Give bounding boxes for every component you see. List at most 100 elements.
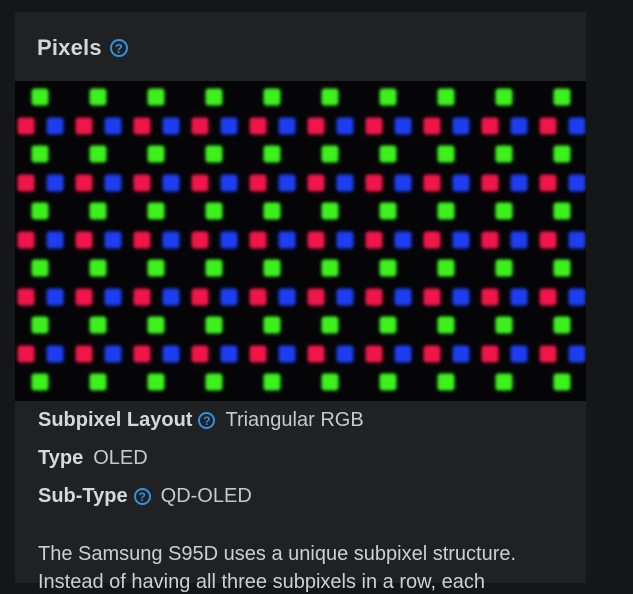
blue-subpixel — [452, 288, 470, 306]
red-subpixel — [307, 231, 325, 249]
red-subpixel — [17, 231, 35, 249]
red-subpixel — [133, 288, 151, 306]
pixels-panel: Pixels ? Subpixel Layout ? Triangular RG… — [15, 12, 586, 593]
green-subpixel — [31, 373, 49, 391]
blue-subpixel — [336, 231, 354, 249]
green-subpixel — [31, 259, 49, 277]
red-subpixel — [307, 174, 325, 192]
type-value: OLED — [93, 447, 148, 469]
green-subpixel — [495, 202, 513, 220]
blue-subpixel — [394, 231, 412, 249]
red-subpixel — [133, 345, 151, 363]
green-subpixel — [147, 373, 165, 391]
blue-subpixel — [162, 231, 180, 249]
red-subpixel — [191, 117, 209, 135]
blue-subpixel — [336, 174, 354, 192]
blue-subpixel — [568, 345, 586, 363]
blue-subpixel — [336, 117, 354, 135]
green-subpixel — [437, 202, 455, 220]
red-subpixel — [481, 117, 499, 135]
blue-subpixel — [220, 345, 238, 363]
blue-subpixel — [46, 345, 64, 363]
green-subpixel — [553, 373, 571, 391]
red-subpixel — [365, 288, 383, 306]
blue-subpixel — [162, 288, 180, 306]
red-subpixel — [249, 345, 267, 363]
green-subpixel — [89, 373, 107, 391]
green-subpixel — [147, 202, 165, 220]
red-subpixel — [75, 117, 93, 135]
blue-subpixel — [452, 174, 470, 192]
red-subpixel — [17, 345, 35, 363]
blue-subpixel — [46, 231, 64, 249]
green-subpixel — [553, 316, 571, 334]
green-subpixel — [379, 88, 397, 106]
red-subpixel — [307, 288, 325, 306]
question-circle-icon[interactable]: ? — [133, 488, 151, 505]
blue-subpixel — [162, 174, 180, 192]
blue-subpixel — [452, 231, 470, 249]
green-subpixel — [553, 145, 571, 163]
green-subpixel — [205, 259, 223, 277]
red-subpixel — [365, 345, 383, 363]
spec-sub-type: Sub-Type ? QD-OLED — [38, 485, 252, 508]
green-subpixel — [495, 259, 513, 277]
red-subpixel — [75, 231, 93, 249]
green-subpixel — [263, 316, 281, 334]
blue-subpixel — [220, 174, 238, 192]
blue-subpixel — [394, 174, 412, 192]
green-subpixel — [495, 145, 513, 163]
blue-subpixel — [394, 117, 412, 135]
green-subpixel — [437, 145, 455, 163]
green-subpixel — [263, 259, 281, 277]
blue-subpixel — [568, 231, 586, 249]
blue-subpixel — [220, 231, 238, 249]
green-subpixel — [321, 202, 339, 220]
green-subpixel — [89, 202, 107, 220]
green-subpixel — [553, 259, 571, 277]
green-subpixel — [321, 316, 339, 334]
green-subpixel — [263, 202, 281, 220]
blue-subpixel — [510, 345, 528, 363]
red-subpixel — [191, 345, 209, 363]
red-subpixel — [17, 174, 35, 192]
red-subpixel — [423, 174, 441, 192]
section-title: Pixels — [37, 35, 102, 60]
subpixel-layout-value: Triangular RGB — [225, 409, 364, 431]
green-subpixel — [89, 88, 107, 106]
red-subpixel — [539, 174, 557, 192]
green-subpixel — [379, 145, 397, 163]
red-subpixel — [423, 117, 441, 135]
question-circle-icon[interactable]: ? — [198, 412, 216, 429]
red-subpixel — [481, 174, 499, 192]
green-subpixel — [379, 373, 397, 391]
green-subpixel — [147, 88, 165, 106]
green-subpixel — [437, 259, 455, 277]
green-subpixel — [263, 88, 281, 106]
red-subpixel — [249, 231, 267, 249]
question-circle-icon[interactable]: ? — [109, 39, 128, 57]
red-subpixel — [423, 288, 441, 306]
red-subpixel — [539, 117, 557, 135]
green-subpixel — [553, 202, 571, 220]
red-subpixel — [191, 174, 209, 192]
blue-subpixel — [104, 174, 122, 192]
red-subpixel — [539, 288, 557, 306]
subpixel-macro-image — [15, 81, 586, 401]
red-subpixel — [17, 288, 35, 306]
green-subpixel — [379, 202, 397, 220]
green-subpixel — [263, 373, 281, 391]
green-subpixel — [89, 316, 107, 334]
red-subpixel — [481, 345, 499, 363]
red-subpixel — [133, 117, 151, 135]
blue-subpixel — [510, 174, 528, 192]
green-subpixel — [205, 373, 223, 391]
spec-type: Type OLED — [38, 447, 148, 470]
red-subpixel — [17, 117, 35, 135]
blue-subpixel — [510, 117, 528, 135]
description-line-1: The Samsung S95D uses a unique subpixel … — [38, 543, 517, 565]
red-subpixel — [133, 231, 151, 249]
green-subpixel — [321, 145, 339, 163]
blue-subpixel — [278, 117, 296, 135]
red-subpixel — [133, 174, 151, 192]
